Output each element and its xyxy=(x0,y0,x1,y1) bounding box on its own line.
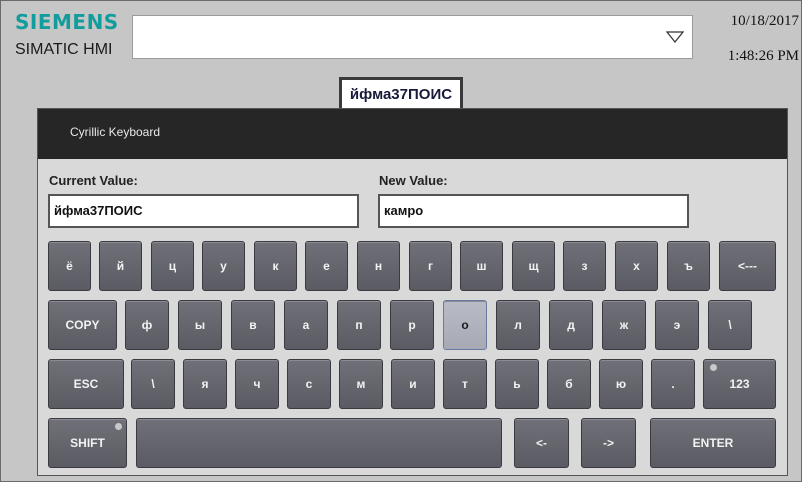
keyboard-panel: Cyrillic Keyboard Current Value: йфма37П… xyxy=(37,108,788,476)
key-l[interactable]: л xyxy=(496,300,540,350)
shift-label: SHIFT xyxy=(70,436,105,450)
key-backslash[interactable]: \ xyxy=(708,300,752,350)
key-f[interactable]: ф xyxy=(125,300,169,350)
key-z[interactable]: з xyxy=(563,241,606,291)
key-zh[interactable]: ж xyxy=(602,300,646,350)
key-r[interactable]: р xyxy=(390,300,434,350)
copy-key[interactable]: COPY xyxy=(48,300,117,350)
key-k[interactable]: к xyxy=(254,241,297,291)
key-kh[interactable]: х xyxy=(615,241,658,291)
key-d[interactable]: д xyxy=(549,300,593,350)
key-i[interactable]: и xyxy=(391,359,435,409)
key-shch[interactable]: щ xyxy=(512,241,555,291)
new-value-field[interactable]: камро xyxy=(378,194,689,228)
active-value-tab: йфма37ПОИС xyxy=(339,77,463,109)
keyboard-title: Cyrillic Keyboard xyxy=(70,125,161,139)
key-soft-sign[interactable]: ь xyxy=(495,359,539,409)
key-b[interactable]: б xyxy=(547,359,591,409)
key-a[interactable]: а xyxy=(284,300,328,350)
current-value-label: Current Value: xyxy=(49,173,138,188)
space-key[interactable] xyxy=(136,418,502,468)
key-yo[interactable]: ё xyxy=(48,241,91,291)
key-y[interactable]: ы xyxy=(178,300,222,350)
key-g[interactable]: г xyxy=(409,241,452,291)
numeric-mode-label: 123 xyxy=(729,377,750,391)
key-ye[interactable]: е xyxy=(305,241,348,291)
key-m[interactable]: м xyxy=(339,359,383,409)
tag-dropdown[interactable] xyxy=(132,15,693,59)
product-name: SIMATIC HMI xyxy=(15,41,113,58)
cursor-right-key[interactable]: -> xyxy=(581,418,636,468)
numeric-mode-key[interactable]: 123 xyxy=(703,359,776,409)
key-u[interactable]: у xyxy=(202,241,245,291)
indicator-dot-icon xyxy=(115,423,122,430)
key-yu[interactable]: ю xyxy=(599,359,643,409)
enter-key[interactable]: ENTER xyxy=(650,418,776,468)
key-backslash-2[interactable]: \ xyxy=(131,359,175,409)
key-n[interactable]: н xyxy=(357,241,400,291)
key-p[interactable]: п xyxy=(337,300,381,350)
triangle-down-icon[interactable] xyxy=(666,31,684,43)
key-e[interactable]: э xyxy=(655,300,699,350)
key-ts[interactable]: ц xyxy=(151,241,194,291)
time-display: 1:48:26 PM xyxy=(727,48,799,64)
backspace-key[interactable]: <--- xyxy=(719,241,776,291)
hmi-screen: SIEMENS SIMATIC HMI 10/18/2017 1:48:26 P… xyxy=(0,0,802,482)
date-display: 10/18/2017 xyxy=(730,13,799,29)
key-sh[interactable]: ш xyxy=(460,241,503,291)
siemens-logo: SIEMENS xyxy=(15,10,119,34)
key-s[interactable]: с xyxy=(287,359,331,409)
shift-key[interactable]: SHIFT xyxy=(48,418,127,468)
key-t[interactable]: т xyxy=(443,359,487,409)
current-value-field: йфма37ПОИС xyxy=(48,194,359,228)
key-ya[interactable]: я xyxy=(183,359,227,409)
key-period[interactable]: . xyxy=(651,359,695,409)
indicator-dot-icon xyxy=(710,364,717,371)
cursor-left-key[interactable]: <- xyxy=(514,418,569,468)
escape-key[interactable]: ESC xyxy=(48,359,124,409)
new-value-label: New Value: xyxy=(379,173,448,188)
key-v[interactable]: в xyxy=(231,300,275,350)
keyboard-header: Cyrillic Keyboard xyxy=(38,109,787,159)
key-hard-sign[interactable]: ъ xyxy=(667,241,710,291)
key-o[interactable]: о xyxy=(443,300,487,350)
key-ch[interactable]: ч xyxy=(235,359,279,409)
key-i-short[interactable]: й xyxy=(99,241,142,291)
